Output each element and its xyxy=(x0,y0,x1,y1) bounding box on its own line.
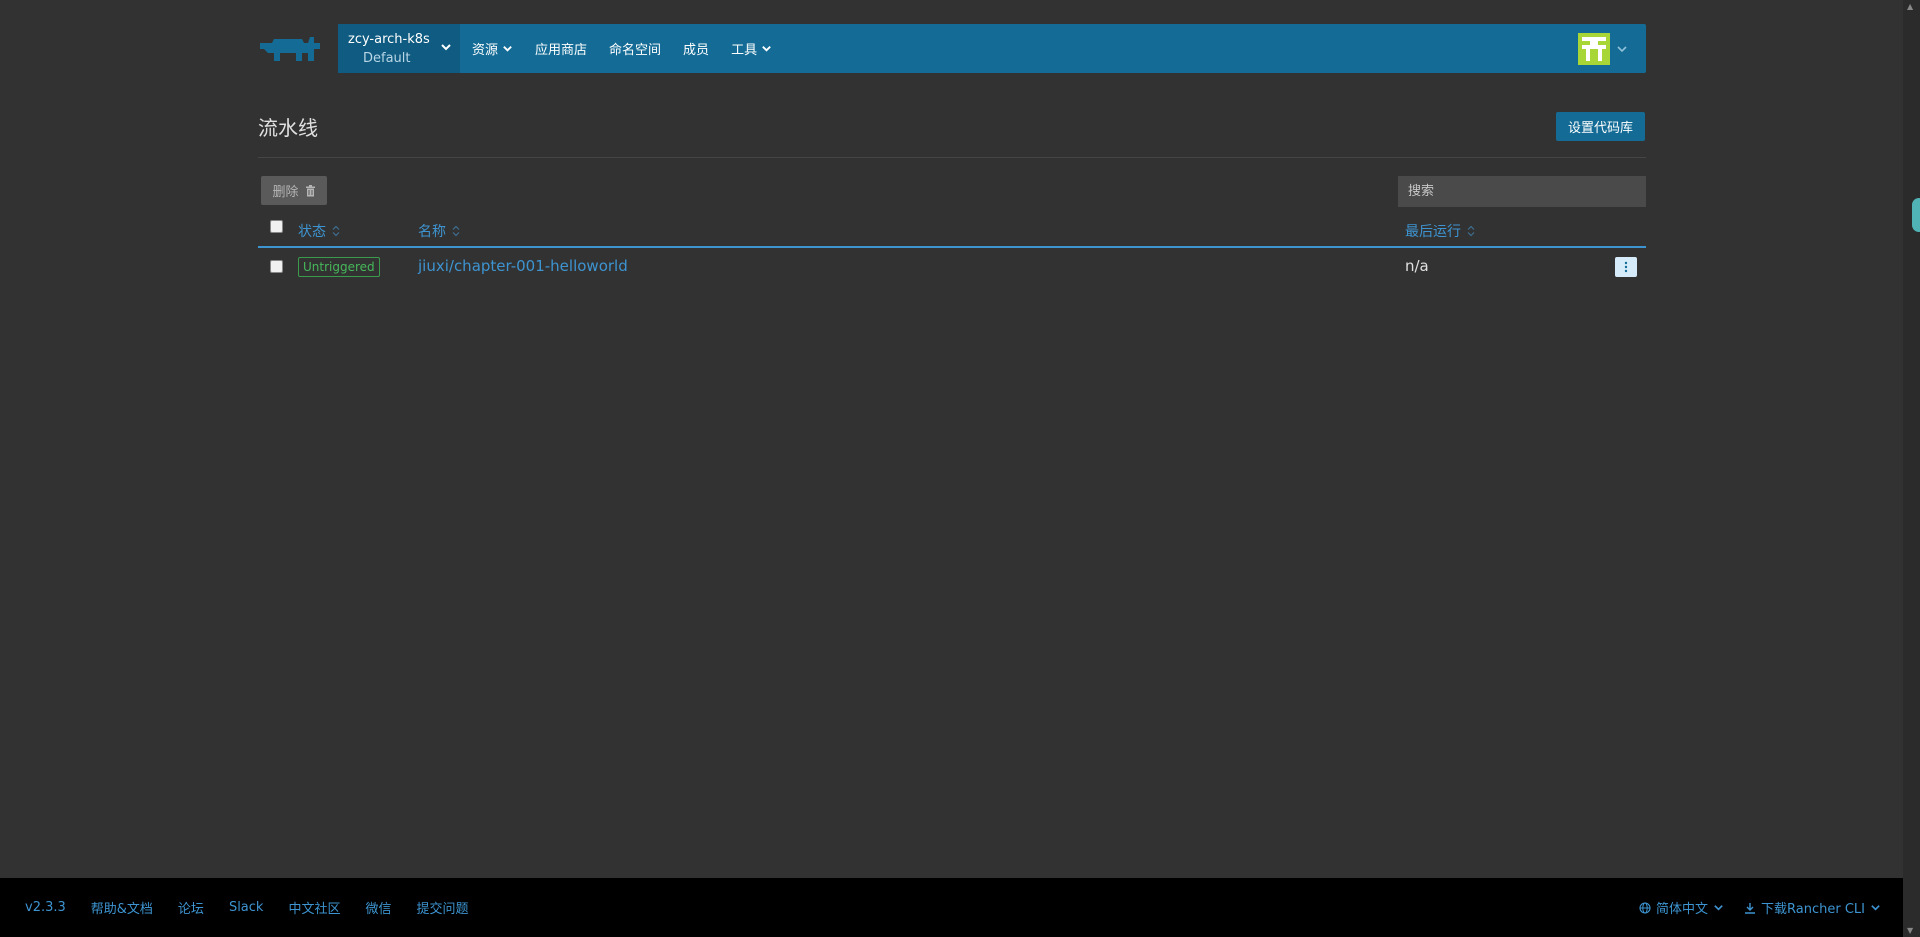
footer-help-docs[interactable]: 帮助&文档 xyxy=(91,898,153,917)
chevron-down-icon xyxy=(1617,45,1627,52)
nav-members-label: 成员 xyxy=(683,43,710,58)
footer-chinese-community[interactable]: 中文社区 xyxy=(288,898,340,917)
user-menu[interactable] xyxy=(1578,32,1628,65)
nav-members[interactable]: 成员 xyxy=(683,39,709,58)
column-status[interactable]: 状态 xyxy=(298,221,340,241)
last-run-value: n/a xyxy=(1405,257,1429,275)
rancher-cow-icon xyxy=(260,36,320,61)
page-title: 流水线 xyxy=(258,116,318,140)
rancher-logo[interactable] xyxy=(258,24,338,73)
page-scrollbar[interactable]: ▲ ▼ xyxy=(1903,0,1920,937)
main-nav: 资源 应用商店 命名空间 成员 工具 xyxy=(472,24,794,73)
chevron-down-icon xyxy=(503,46,512,52)
top-nav-bar: zcy-arch-k8s Default 资源 应用商店 命名空间 成员 工具 xyxy=(258,24,1646,73)
column-last-run[interactable]: 最后运行 xyxy=(1405,221,1475,241)
cluster-project-selector[interactable]: zcy-arch-k8s Default xyxy=(338,24,460,73)
column-status-label: 状态 xyxy=(298,224,326,240)
trash-icon xyxy=(305,184,315,196)
download-icon xyxy=(1745,902,1756,914)
language-selector[interactable]: 简体中文 xyxy=(1639,898,1724,917)
divider xyxy=(258,157,1646,158)
footer-version[interactable]: v2.3.3 xyxy=(25,900,66,915)
column-name[interactable]: 名称 xyxy=(418,221,460,241)
table-header: 状态 名称 最后运行 xyxy=(258,212,1646,248)
status-badge: Untriggered xyxy=(298,257,380,277)
more-vertical-icon xyxy=(1624,261,1628,273)
floating-handle[interactable] xyxy=(1912,198,1920,232)
chevron-down-icon xyxy=(762,46,771,52)
nav-namespaces-label: 命名空间 xyxy=(609,43,662,58)
footer-forum[interactable]: 论坛 xyxy=(178,898,204,917)
nav-resources-label: 资源 xyxy=(472,43,499,58)
setup-repo-button[interactable]: 设置代码库 xyxy=(1556,112,1645,141)
sort-icon xyxy=(1467,225,1475,237)
download-cli[interactable]: 下载Rancher CLI xyxy=(1744,898,1881,917)
delete-button[interactable]: 删除 xyxy=(261,176,327,205)
nav-tools-label: 工具 xyxy=(731,43,758,58)
delete-button-label: 删除 xyxy=(272,185,299,200)
row-checkbox[interactable] xyxy=(270,260,283,273)
search-input[interactable] xyxy=(1398,176,1646,207)
nav-resources[interactable]: 资源 xyxy=(472,39,513,58)
nav-tools[interactable]: 工具 xyxy=(731,39,772,58)
sort-icon xyxy=(452,225,460,237)
chevron-down-icon xyxy=(1714,905,1723,911)
scroll-down-icon[interactable]: ▼ xyxy=(1907,926,1913,935)
nav-catalog[interactable]: 应用商店 xyxy=(535,39,587,58)
select-all-checkbox[interactable] xyxy=(270,220,283,233)
project-name: Default xyxy=(363,50,411,66)
footer-file-issue[interactable]: 提交问题 xyxy=(416,898,468,917)
language-label: 简体中文 xyxy=(1656,902,1709,917)
chevron-down-icon xyxy=(1871,905,1880,911)
row-actions-button[interactable] xyxy=(1615,257,1637,277)
column-name-label: 名称 xyxy=(418,224,446,240)
download-cli-label: 下载Rancher CLI xyxy=(1761,902,1865,917)
footer-slack[interactable]: Slack xyxy=(229,900,264,915)
footer-wechat[interactable]: 微信 xyxy=(365,898,391,917)
nav-catalog-label: 应用商店 xyxy=(535,43,588,58)
globe-icon xyxy=(1639,901,1651,914)
sort-icon xyxy=(332,225,340,237)
chevron-down-icon xyxy=(441,44,451,51)
pipeline-name-link[interactable]: jiuxi/chapter-001-helloworld xyxy=(418,257,628,275)
column-last-run-label: 最后运行 xyxy=(1405,224,1461,240)
footer: v2.3.3 帮助&文档 论坛 Slack 中文社区 微信 提交问题 简体中文 … xyxy=(0,878,1903,937)
cluster-name: zcy-arch-k8s xyxy=(348,31,430,47)
nav-namespaces[interactable]: 命名空间 xyxy=(609,39,661,58)
scroll-up-icon[interactable]: ▲ xyxy=(1907,2,1913,11)
avatar xyxy=(1578,32,1610,65)
table-row: Untriggered jiuxi/chapter-001-helloworld… xyxy=(258,250,1646,284)
